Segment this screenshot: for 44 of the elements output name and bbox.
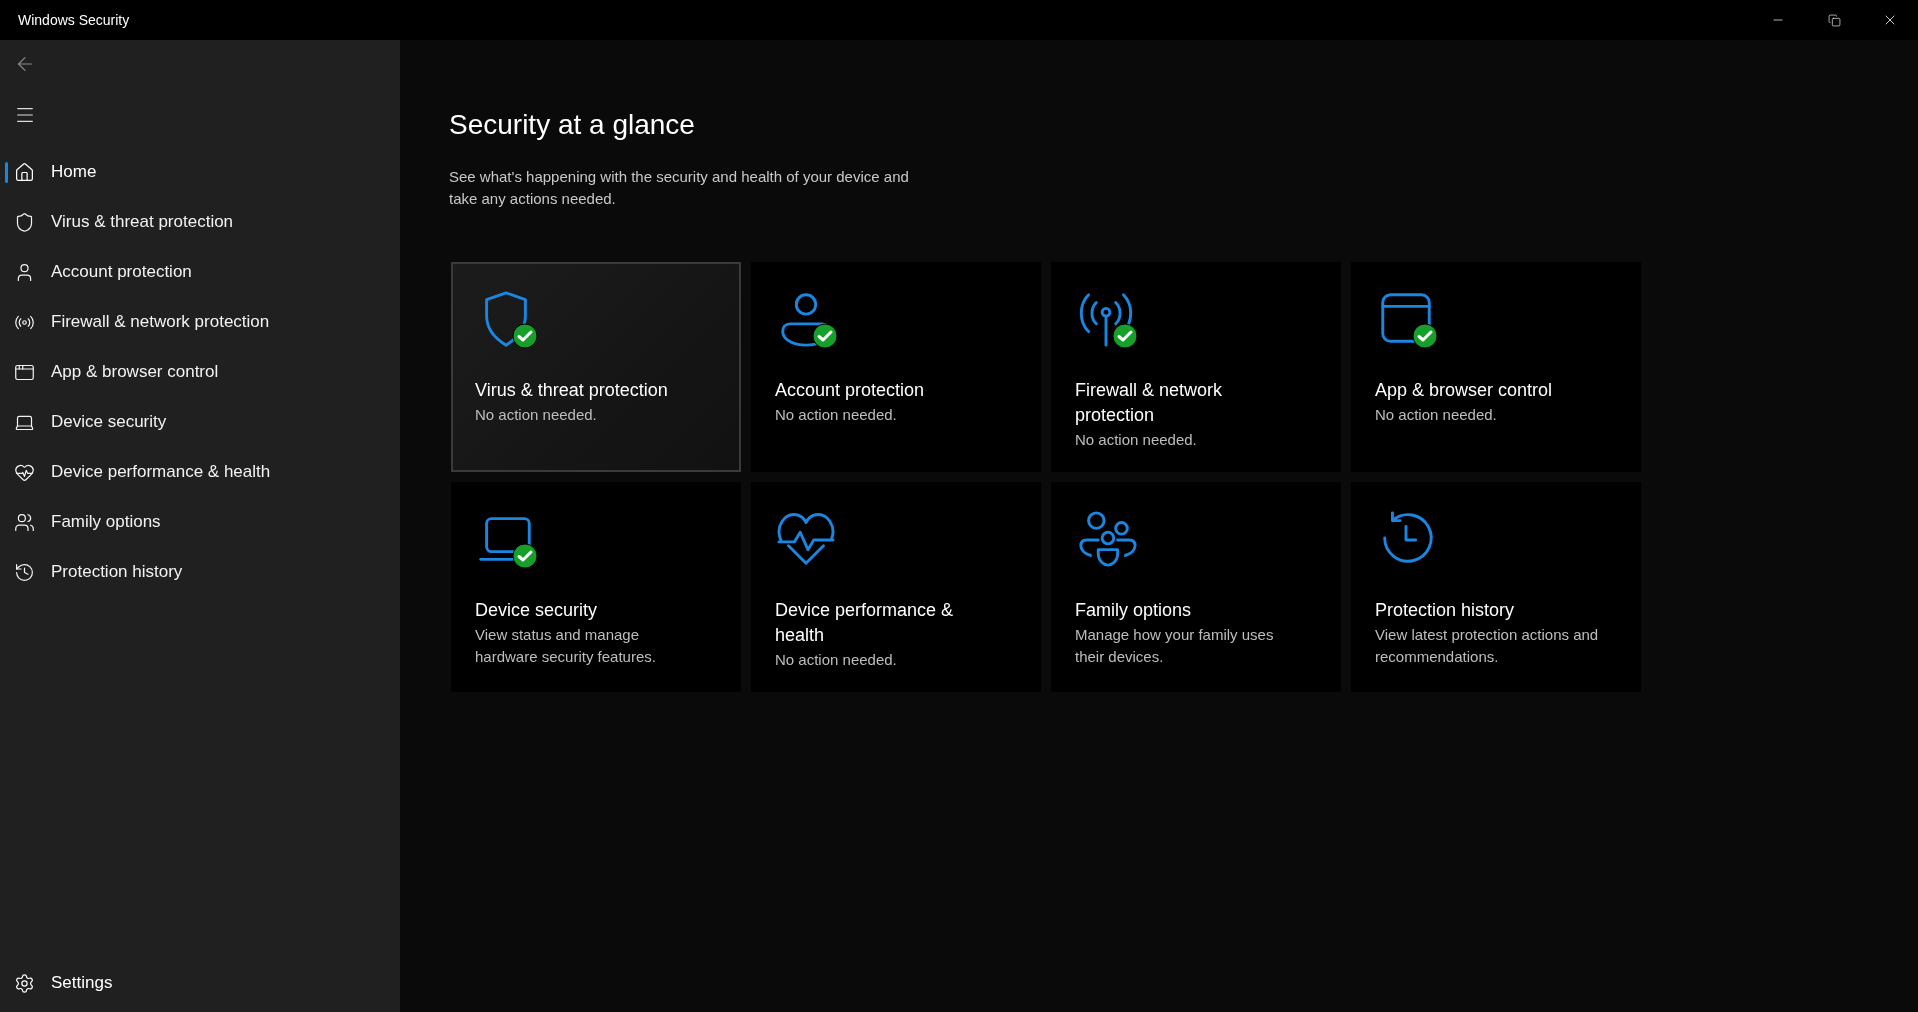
shield-icon: [14, 211, 35, 233]
status-card[interactable]: Account protection No action needed.: [751, 262, 1041, 472]
card-status: View latest protection actions and recommendations.: [1375, 625, 1599, 667]
card-title: Virus & threat protection: [475, 379, 669, 402]
nav-item[interactable]: Home: [0, 147, 400, 197]
card-status: No action needed.: [1075, 430, 1198, 450]
nav-item[interactable]: Device performance & health: [0, 447, 400, 497]
nav-item[interactable]: App & browser control: [0, 347, 400, 397]
family-icon: [14, 511, 35, 533]
card-title: Protection history: [1375, 599, 1516, 622]
home-icon: [14, 161, 35, 183]
card-status: No action needed.: [775, 405, 898, 425]
nav-item[interactable]: Firewall & network protection: [0, 297, 400, 347]
card-status: No action needed.: [1375, 405, 1498, 425]
window-title: Windows Security: [18, 10, 130, 30]
history-icon: [14, 561, 35, 583]
nav-item[interactable]: Family options: [0, 497, 400, 547]
nav-item[interactable]: Account protection: [0, 247, 400, 297]
status-card[interactable]: Protection history View latest protection actions and recommendations.: [1351, 482, 1641, 692]
card-title: App & browser control: [1375, 379, 1554, 402]
status-card[interactable]: Device performance & health No action needed.: [751, 482, 1041, 692]
nav-item[interactable]: Virus & threat protection: [0, 197, 400, 247]
settings-item[interactable]: Settings: [0, 958, 400, 1008]
page-title: Security at a glance: [449, 108, 696, 142]
card-title: Firewall & network protection: [1075, 379, 1224, 427]
card-title: Device performance & health: [775, 599, 955, 647]
card-status: No action needed.: [775, 650, 898, 670]
nav-item[interactable]: Device security: [0, 397, 400, 447]
card-status: View status and manage hardware security features.: [475, 625, 657, 667]
settings-icon: [14, 972, 35, 994]
status-card[interactable]: Virus & threat protection No action needed.: [451, 262, 741, 472]
card-title: Device security: [475, 599, 599, 622]
selection-indicator: [5, 162, 8, 183]
status-card[interactable]: Firewall & network protection No action needed.: [1051, 262, 1341, 472]
status-card[interactable]: Family options Manage how your family uses their devices.: [1051, 482, 1341, 692]
card-status: No action needed.: [475, 405, 598, 425]
card-status: Manage how your family uses their devices.: [1075, 625, 1275, 667]
card-title: Family options: [1075, 599, 1193, 622]
nav-item[interactable]: Protection history: [0, 547, 400, 597]
restore-icon: [1827, 13, 1841, 27]
status-card[interactable]: Device security View status and manage hardware security features.: [451, 482, 741, 692]
card-title: Account protection: [775, 379, 926, 402]
status-card[interactable]: App & browser control No action needed.: [1351, 262, 1641, 472]
page-description: See what's happening with the security and health of your device and take any actions needed.: [449, 167, 910, 209]
